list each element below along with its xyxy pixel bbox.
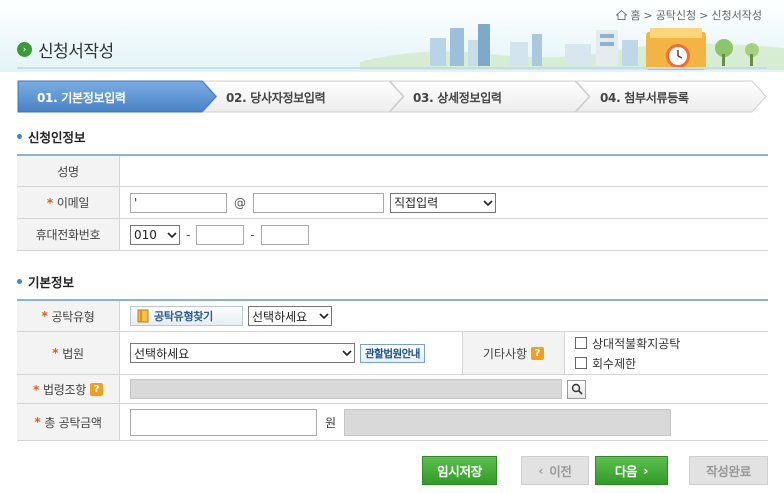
step-2: 02. 당사자정보입력	[226, 91, 326, 105]
required-mark: *	[41, 309, 48, 323]
checkbox-recovery-limit[interactable]	[575, 357, 587, 369]
row-email: *이메일 @ 직접입력	[17, 187, 768, 219]
row-total-amount: * 총 공탁금액 원	[17, 404, 768, 441]
section-bullet-icon	[17, 134, 22, 139]
name-value	[120, 156, 768, 186]
next-button[interactable]: 다음 ›	[595, 456, 668, 485]
search-icon	[571, 383, 583, 395]
email-local-input[interactable]	[130, 192, 227, 213]
chevron-down-icon	[481, 194, 495, 212]
court-label: * 법원	[17, 332, 120, 374]
deposit-type-select[interactable]: 선택하세요	[248, 306, 332, 326]
breadcrumb: 홈 > 공탁신청 > 신청서작성	[616, 7, 762, 23]
section-bullet-icon	[17, 279, 22, 284]
section-applicant-label: 신청인정보	[28, 130, 86, 145]
total-amount-label: * 총 공탁금액	[17, 404, 120, 440]
checkbox-relative-uncertain[interactable]	[575, 337, 587, 349]
email-domain-input[interactable]	[253, 192, 384, 213]
required-mark: *	[52, 346, 59, 360]
email-label: * 이메일	[17, 187, 120, 218]
option-relative-uncertain[interactable]: 상대적불확지공탁	[575, 335, 680, 352]
step-3: 03. 상세정보입력	[413, 91, 502, 105]
email-at-sign: @	[234, 195, 246, 210]
find-deposit-type-label: 공탁유형찾기	[154, 310, 213, 323]
row-court: * 법원 선택하세요 관할법원안내 기타사항 ? 상대적불확지공탁 회수제한	[17, 332, 768, 375]
home-icon[interactable]	[616, 10, 628, 20]
phone-prefix-select[interactable]: 010	[130, 224, 180, 245]
required-mark: *	[46, 195, 53, 210]
row-law-clause: * 법령조항 ?	[17, 375, 768, 404]
applicant-form-table: 성명 *이메일 @ 직접입력 휴대전화번호 010 - -	[17, 154, 768, 251]
chevron-down-icon	[317, 307, 331, 325]
breadcrumb-current: 신청서작성	[711, 9, 762, 22]
header-banner: 홈 > 공탁신청 > 신청서작성 › 신청서작성	[0, 0, 784, 72]
page-title-area: › 신청서작성	[17, 37, 114, 62]
option-recovery-limit[interactable]: 회수제한	[575, 355, 636, 372]
phone-dash: -	[250, 227, 255, 242]
step-progress-bar: 01. 기본정보입력 02. 당사자정보입력 03. 상세정보입력 04. 첨부…	[17, 80, 767, 113]
law-clause-input	[130, 379, 562, 399]
book-icon	[137, 309, 149, 323]
court-guide-button[interactable]: 관할법원안내	[360, 343, 425, 363]
email-domain-select-value: 직접입력	[394, 196, 439, 210]
breadcrumb-separator: >	[699, 8, 709, 22]
prev-button[interactable]: ‹ 이전	[521, 456, 589, 485]
phone-last-input[interactable]	[260, 224, 309, 245]
law-clause-search-button[interactable]	[567, 379, 586, 399]
name-label: 성명	[17, 156, 120, 186]
row-phone: 휴대전화번호 010 - -	[17, 219, 768, 251]
breadcrumb-home[interactable]: 홈	[630, 7, 640, 23]
required-mark: *	[33, 382, 39, 397]
deposit-type-label: * 공탁유형	[17, 301, 120, 331]
chevron-left-icon: ‹	[538, 463, 544, 478]
court-select-value: 선택하세요	[134, 346, 190, 361]
amount-in-words-field	[344, 408, 672, 436]
find-deposit-type-button[interactable]: 공탁유형찾기	[130, 306, 243, 326]
help-icon[interactable]: ?	[89, 382, 103, 396]
required-mark: *	[34, 415, 41, 429]
chevron-down-icon	[165, 226, 179, 244]
help-icon[interactable]: ?	[531, 346, 545, 360]
deposit-type-select-value: 선택하세요	[252, 309, 308, 324]
breadcrumb-separator: >	[643, 8, 653, 22]
phone-middle-input[interactable]	[196, 224, 245, 245]
title-bullet-icon: ›	[17, 42, 32, 57]
page-title: 신청서작성	[38, 42, 114, 62]
phone-label: 휴대전화번호	[17, 219, 120, 250]
header-divider	[17, 67, 767, 69]
total-amount-input[interactable]	[130, 408, 317, 436]
complete-button[interactable]: 작성완료	[689, 456, 768, 485]
step-1: 01. 기본정보입력	[37, 91, 126, 105]
step-4: 04. 첨부서류등록	[600, 91, 689, 105]
phone-dash: -	[186, 227, 191, 242]
email-domain-select[interactable]: 직접입력	[390, 192, 496, 213]
other-label: 기타사항 ?	[462, 332, 565, 374]
basic-form-table: * 공탁유형 공탁유형찾기 선택하세요 * 법원 선택하세요 관할법원안내 기타…	[17, 299, 768, 441]
breadcrumb-deposit-application[interactable]: 공탁신청	[656, 7, 696, 23]
section-applicant-title: 신청인정보	[17, 127, 86, 146]
chevron-down-icon	[340, 344, 354, 362]
court-select[interactable]: 선택하세요	[130, 343, 355, 363]
row-deposit-type: * 공탁유형 공탁유형찾기 선택하세요	[17, 301, 768, 332]
section-basic-label: 기본정보	[28, 275, 75, 290]
temp-save-button[interactable]: 임시저장	[422, 456, 497, 485]
row-name: 성명	[17, 156, 768, 187]
section-basic-title: 기본정보	[17, 272, 74, 291]
phone-prefix-value: 010	[134, 227, 157, 242]
chevron-right-icon: ›	[643, 463, 649, 478]
amount-unit: 원	[325, 415, 337, 430]
law-clause-label: * 법령조항 ?	[17, 375, 120, 403]
